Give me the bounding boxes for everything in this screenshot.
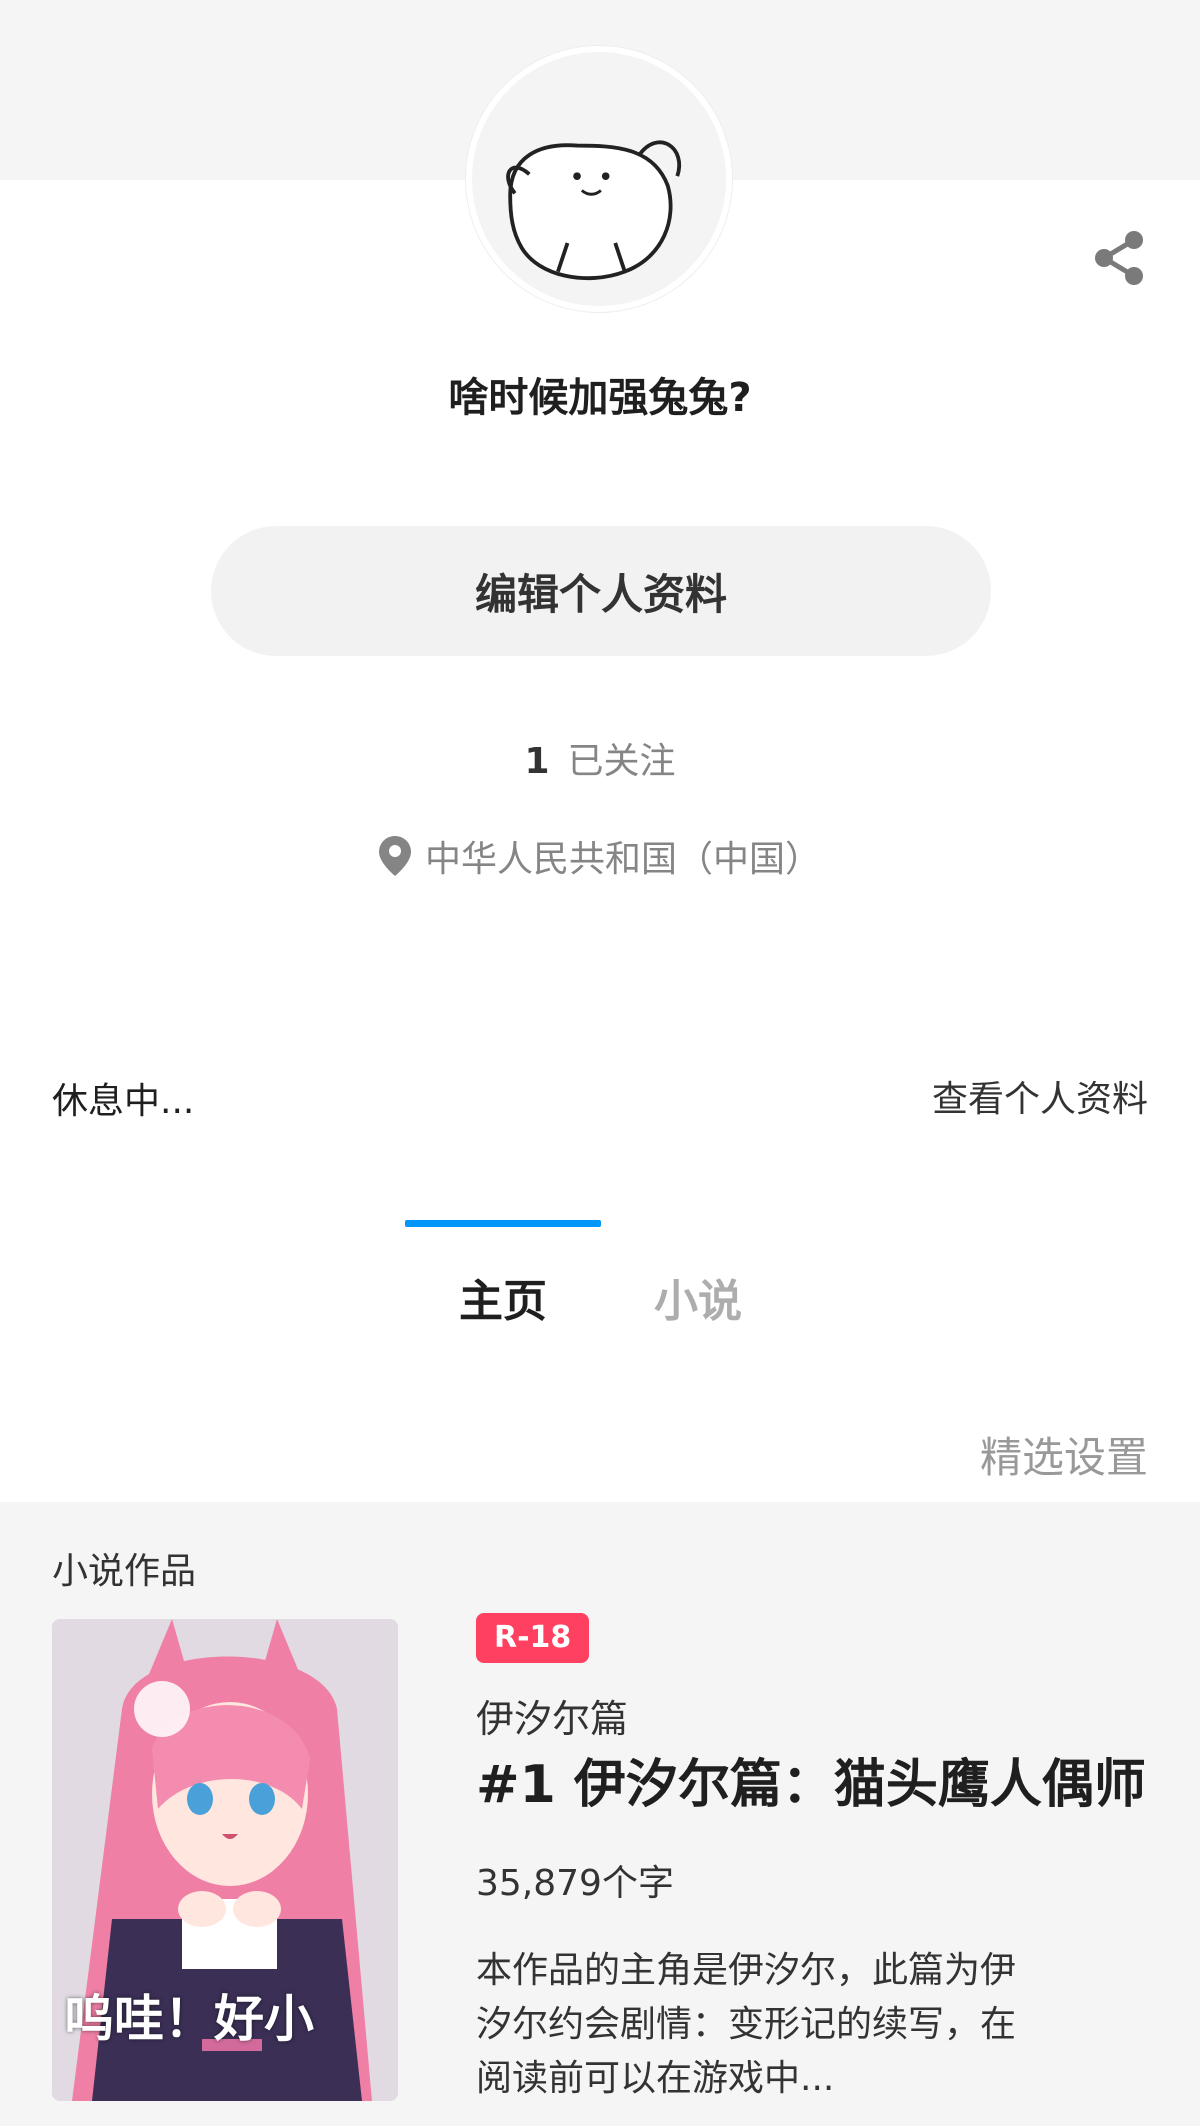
novel-title-link[interactable]: #1 伊汐尔篇：猫头鹰人偶师	[476, 1742, 1146, 1817]
location-row: 中华人民共和国（中国）	[0, 830, 1200, 882]
share-icon	[1095, 231, 1143, 285]
view-profile-link[interactable]: 查看个人资料	[932, 1070, 1148, 1122]
location-pin-icon	[378, 836, 411, 876]
active-tab-indicator	[405, 1220, 601, 1227]
share-button[interactable]	[1090, 228, 1150, 288]
novel-description: 本作品的主角是伊汐尔，此篇为伊汐尔约会剧情：变形记的续写，在阅读前可以在游戏中.…	[476, 1950, 1017, 2099]
novel-works-section: 小说作品 呜哇！好小 R-18 伊汐尔篇 #1 伊汐尔篇：猫头鹰人偶师 35,8…	[0, 1502, 1200, 2126]
tab-home[interactable]: 主页	[459, 1265, 547, 1329]
series-name-link[interactable]: 伊汐尔篇	[476, 1688, 628, 1743]
section-heading: 小说作品	[52, 1551, 197, 1592]
tab-novels[interactable]: 小说	[654, 1265, 742, 1329]
word-count: 35,879个字	[476, 1863, 674, 1904]
curation-settings-link[interactable]: 精选设置	[980, 1424, 1148, 1485]
username: 啥时候加强兔兔?	[448, 375, 752, 421]
location-text: 中华人民共和国（中国）	[424, 839, 821, 880]
following-label: 已关注	[567, 741, 676, 782]
thumbnail-caption: 呜哇！好小	[64, 1990, 314, 2048]
novel-cover-thumbnail[interactable]: 呜哇！好小	[52, 1619, 398, 2101]
following-count: 1	[524, 741, 550, 782]
status-text: 休息中...	[52, 1081, 195, 1122]
following-stat[interactable]: 1 已关注	[0, 732, 1200, 784]
r18-badge: R-18	[476, 1613, 590, 1663]
edit-profile-button[interactable]: 编辑个人资料	[211, 526, 991, 656]
avatar[interactable]	[466, 46, 732, 312]
avatar-image	[472, 52, 726, 306]
